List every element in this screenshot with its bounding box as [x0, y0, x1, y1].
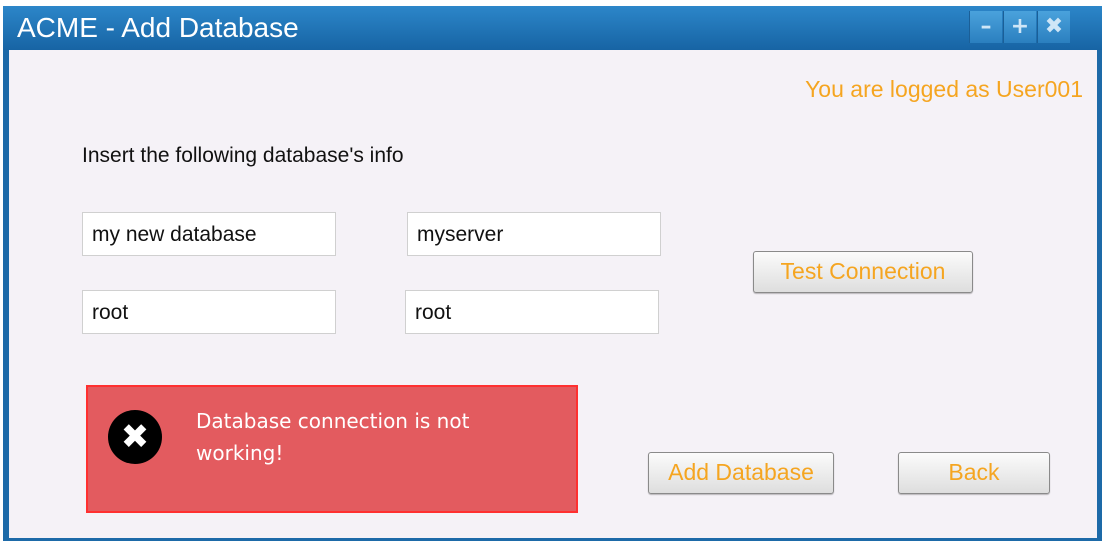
form-instruction: Insert the following database's info: [82, 144, 404, 167]
server-field[interactable]: myserver: [407, 212, 661, 256]
back-button[interactable]: Back: [898, 452, 1050, 494]
app-window: ACME - Add Database – + ✖ You are logged…: [3, 6, 1102, 541]
add-database-button[interactable]: Add Database: [648, 452, 834, 494]
close-button[interactable]: ✖: [1037, 11, 1070, 43]
minimize-button[interactable]: –: [969, 11, 1002, 43]
test-connection-button[interactable]: Test Connection: [753, 251, 973, 293]
logged-user-label: You are logged as User001: [805, 76, 1083, 102]
error-message: Database connection is not working!: [196, 409, 470, 465]
username-field[interactable]: root: [82, 290, 336, 334]
maximize-button[interactable]: +: [1003, 11, 1036, 43]
main-panel: You are logged as User001 Insert the fol…: [9, 50, 1097, 538]
title-bar[interactable]: ACME - Add Database – + ✖: [3, 6, 1102, 50]
window-title: ACME - Add Database: [17, 12, 299, 43]
error-message-box: ✖ Database connection is not working!: [86, 385, 578, 513]
database-name-field[interactable]: my new database: [82, 212, 336, 256]
password-field[interactable]: root: [405, 290, 659, 334]
error-icon: ✖: [108, 410, 162, 464]
